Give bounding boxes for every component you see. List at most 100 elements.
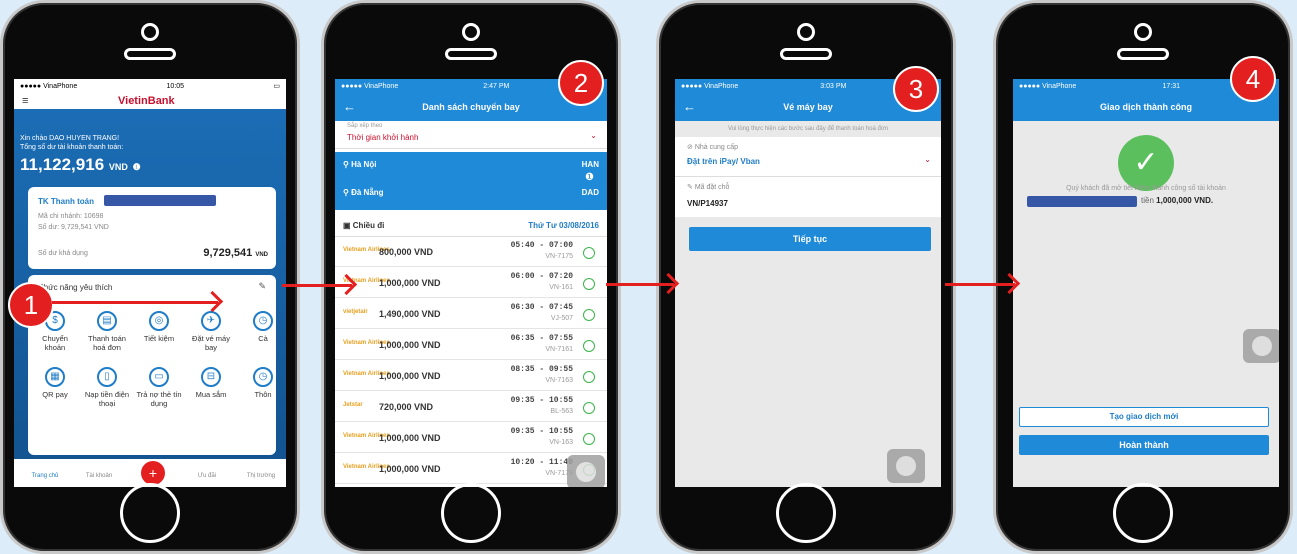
feature-label: Thanh toán hoá đơn — [88, 334, 126, 352]
feature-item[interactable]: ▭ Trả nợ thẻ tín dụng — [136, 367, 182, 408]
screen-home: ●●●●● VinaPhone 10:05 ▭ ≡ VietinBank Xin c… — [14, 79, 286, 487]
feature-item[interactable]: ⊟ Mua sắm — [188, 367, 234, 399]
new-transaction-button[interactable]: Tạo giao dịch mới — [1019, 407, 1269, 427]
available-balance: 9,729,541 VND — [203, 247, 268, 259]
redacted-account — [1027, 196, 1137, 207]
assistive-touch[interactable] — [567, 455, 605, 487]
from-code: HAN — [581, 160, 599, 169]
chevron-down-icon: ⌄ — [590, 131, 597, 140]
home-button[interactable] — [1113, 483, 1173, 543]
flight-price: 1,000,000 VND — [379, 340, 441, 350]
direction-label: Chiều đi — [352, 221, 385, 230]
nav-item[interactable]: Ưu đãi — [184, 473, 230, 479]
route-box: ⚲ Hà Nội HAN ❶ ⚲ Đà Nẵng DAD — [335, 152, 607, 210]
carrier: ●●●●● VinaPhone — [681, 82, 739, 90]
flight-row[interactable]: Vietnam Airlines 800,000 VND 05:40 - 07:00… — [335, 237, 607, 267]
select-radio[interactable] — [583, 247, 595, 259]
carrier: ●●●●● VinaPhone — [20, 82, 78, 90]
arrow-step-1-2 — [282, 284, 352, 287]
edit-icon[interactable]: ✎ — [258, 281, 266, 292]
select-radio[interactable] — [583, 433, 595, 445]
flight-price: 800,000 VND — [379, 247, 434, 257]
select-radio[interactable] — [583, 309, 595, 321]
feature-item[interactable]: ✈ Đặt vé máy bay — [188, 311, 234, 352]
select-radio[interactable] — [583, 278, 595, 290]
screen-ticket: ●●●●● VinaPhone3:03 PM▭ ←Vé máy bay Vui … — [675, 79, 941, 487]
flight-row[interactable]: vietjetair 1,490,000 VND 06:30 - 07:45 VJ-5… — [335, 299, 607, 329]
vietinbank-logo: VietinBank — [118, 95, 175, 107]
to-city: ⚲ Đà Nẵng — [343, 188, 384, 197]
flight-price: 1,000,000 VND — [379, 433, 441, 443]
assistive-touch[interactable] — [1243, 329, 1279, 363]
flight-row[interactable]: Vietnam Airlines 1,000,000 VND 06:00 - 07:… — [335, 268, 607, 298]
from-city: ⚲ Hà Nội — [343, 160, 377, 169]
sort-label: Sắp xếp theo — [347, 123, 383, 129]
back-arrow-icon[interactable]: ← — [343, 93, 356, 121]
sort-select[interactable]: Sắp xếp theo Thời gian khởi hành ⌄ — [335, 121, 607, 149]
carrier: ●●●●● VinaPhone — [341, 82, 399, 90]
nav-label: Thị trường — [246, 473, 276, 479]
select-radio[interactable] — [583, 402, 595, 414]
camera-icon — [1134, 23, 1152, 41]
home-button[interactable] — [120, 483, 180, 543]
nav-item[interactable]: Thị trường — [238, 473, 284, 479]
assistive-touch[interactable] — [887, 449, 925, 483]
info-icon[interactable]: ❶ — [585, 172, 594, 183]
arrow-step-2-3 — [606, 283, 674, 286]
feature-item[interactable]: ▦ QR pay — [32, 367, 78, 399]
feature-item[interactable]: ◎ Tiết kiệm — [136, 311, 182, 343]
feature-label: Tiết kiệm — [143, 334, 175, 343]
feature-item[interactable]: ◷ Thôn — [240, 367, 286, 399]
provider-select[interactable]: ⊘ Nhà cung cấp Đặt trên iPay/ Vban ⌄ — [675, 137, 941, 177]
nav-item[interactable]: Tài khoản — [76, 473, 122, 479]
flight-time: 05:40 - 07:00 — [510, 241, 573, 250]
camera-icon — [797, 23, 815, 41]
feature-icon: ◷ — [253, 311, 273, 331]
date: Thứ Tư 03/08/2016 — [528, 221, 599, 230]
add-button[interactable]: + — [141, 461, 165, 485]
flight-price: 720,000 VND — [379, 402, 434, 412]
feature-label: Mua sắm — [195, 390, 227, 399]
booking-field[interactable]: ✎ Mã đặt chỗ VN/P14937 — [675, 177, 941, 217]
feature-item[interactable]: ▯ Nạp tiền điện thoại — [84, 367, 130, 408]
arrow-to-feature — [52, 301, 218, 304]
home-button[interactable] — [776, 483, 836, 543]
booking-value: VN/P14937 — [687, 199, 728, 208]
nav-label: Ưu đãi — [197, 473, 217, 479]
feature-item[interactable]: ◷ Cà — [240, 311, 286, 343]
back-arrow-icon[interactable]: ← — [683, 93, 696, 121]
account-title: TK Thanh toán — [38, 197, 94, 206]
info-icon[interactable]: ❶ — [133, 162, 141, 172]
flight-row[interactable]: Jetstar 720,000 VND 09:35 - 10:55 BL-563 — [335, 392, 607, 422]
nav-item[interactable]: + — [130, 461, 176, 485]
step-badge-1: 1 — [8, 282, 54, 328]
menu-icon[interactable]: ≡ — [22, 95, 28, 107]
app-header: ●●●●● VinaPhone 10:05 ▭ ≡ VietinBank — [14, 79, 286, 109]
speaker-icon — [445, 48, 497, 60]
continue-button[interactable]: Tiếp tục — [689, 227, 931, 251]
account-card[interactable]: TK Thanh toán Mã chi nhánh: 10698 Số dư:… — [28, 187, 276, 269]
home-button[interactable] — [441, 483, 501, 543]
flight-time: 06:35 - 07:55 — [510, 334, 573, 343]
done-button[interactable]: Hoàn thành — [1019, 435, 1269, 455]
clock: 2:47 PM — [483, 82, 510, 90]
arrow-step-3-4 — [945, 283, 1015, 286]
flight-time: 06:00 - 07:20 — [510, 272, 573, 281]
sort-value: Thời gian khởi hành — [347, 133, 419, 142]
flight-row[interactable]: Vietnam Airlines 1,000,000 VND 08:35 - 09:… — [335, 361, 607, 391]
available-currency: VND — [255, 252, 268, 258]
select-radio[interactable] — [583, 371, 595, 383]
flight-row[interactable]: Vietnam Airlines 1,000,000 VND 09:35 - 10:… — [335, 423, 607, 453]
to-code: DAD — [581, 188, 599, 197]
flight-row[interactable]: Vietnam Airlines 1,000,000 VND 06:35 - 07:… — [335, 330, 607, 360]
select-radio[interactable] — [583, 340, 595, 352]
step-badge-2: 2 — [558, 60, 604, 106]
feature-icon: ✈ — [201, 311, 221, 331]
speaker-icon — [1117, 48, 1169, 60]
flight-price: 1,000,000 VND — [379, 371, 441, 381]
clock: 17:31 — [1162, 82, 1181, 90]
feature-item[interactable]: ▤ Thanh toán hoá đơn — [84, 311, 130, 352]
page-title: Giao dịch thành công — [1100, 102, 1192, 112]
nav-item[interactable]: Trang chủ — [22, 473, 68, 479]
provider-label-text: Nhà cung cấp — [694, 144, 739, 151]
